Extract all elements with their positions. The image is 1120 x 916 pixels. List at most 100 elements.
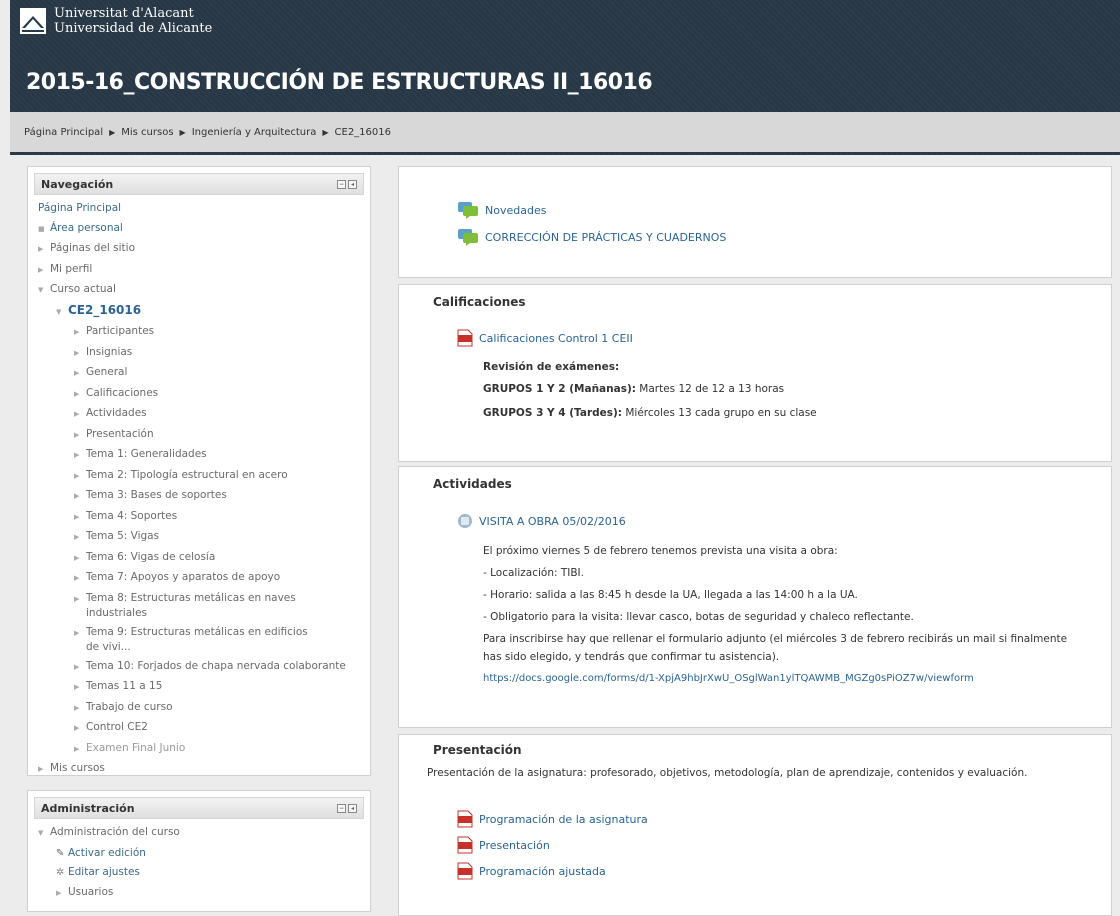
breadcrumb-separator-icon: ▶: [109, 127, 116, 137]
nav-section-item[interactable]: ▶ Presentación: [34, 425, 364, 446]
collapsed-arrow-icon: ▶: [56, 888, 62, 897]
resource-programacion[interactable]: Programación de la asignatura: [457, 810, 648, 828]
resource-presentacion[interactable]: Presentación: [457, 836, 550, 854]
activity-visita[interactable]: VISITA A OBRA 05/02/2016: [457, 513, 626, 529]
university-logo-icon: [20, 8, 46, 34]
nav-section-label[interactable]: Tema 10: Forjados de chapa nervada colab…: [86, 660, 346, 672]
nav-section-label[interactable]: Tema 9: Estructuras metálicas en edifici…: [86, 625, 316, 655]
nav-course-code[interactable]: CE2_16016: [68, 303, 141, 317]
university-name-es: Universidad de Alicante: [54, 21, 213, 36]
activity-visita-label[interactable]: VISITA A OBRA 05/02/2016: [479, 515, 626, 528]
nav-section-label[interactable]: Tema 5: Vigas: [86, 530, 159, 542]
nav-section-item[interactable]: ▶ Actividades: [34, 404, 364, 425]
nav-home-link[interactable]: Página Principal: [38, 202, 121, 214]
nav-mis-cursos-label[interactable]: Mis cursos: [50, 762, 105, 774]
block-hide-icon[interactable]: −: [337, 179, 346, 189]
nav-section-item[interactable]: ▶ Tema 9: Estructuras metálicas en edific…: [34, 623, 364, 657]
nav-area-personal-label[interactable]: Área personal: [50, 222, 123, 234]
nav-section-item[interactable]: ▶ Insignias: [34, 343, 364, 364]
nav-section-label[interactable]: Tema 7: Apoyos y aparatos de apoyo: [86, 571, 280, 583]
nav-admin-curso-label[interactable]: Administración del curso: [50, 826, 180, 838]
nav-section-item[interactable]: ▶ Tema 8: Estructuras metálicas en naves …: [34, 589, 364, 623]
nav-section-label[interactable]: Actividades: [86, 407, 147, 419]
university-brand[interactable]: Universitat d'Alacant Universidad de Ali…: [20, 6, 212, 36]
nav-section-item[interactable]: ▶ Tema 3: Bases de soportes: [34, 486, 364, 507]
breadcrumb-category[interactable]: Ingeniería y Arquitectura: [192, 127, 317, 138]
nav-section-label[interactable]: Calificaciones: [86, 387, 158, 399]
collapsed-arrow-icon: ▶: [74, 744, 80, 753]
forum-novedades-label[interactable]: Novedades: [485, 204, 546, 217]
breadcrumb-course[interactable]: CE2_16016: [335, 127, 391, 138]
nav-section-item[interactable]: ▶ Trabajo de curso: [34, 698, 364, 719]
forum-correccion-label[interactable]: CORRECCIÓN DE PRÁCTICAS Y CUADERNOS: [485, 231, 726, 244]
activity-form-link[interactable]: https://docs.google.com/forms/d/1-XpjA9h…: [483, 673, 974, 684]
nav-section-item[interactable]: ▶ Calificaciones: [34, 384, 364, 405]
nav-activar-edicion[interactable]: ✎ Activar edición: [34, 844, 364, 864]
nav-section-label[interactable]: General: [86, 366, 127, 378]
nav-section-label[interactable]: Tema 4: Soportes: [86, 510, 177, 522]
nav-section-label[interactable]: Participantes: [86, 325, 154, 337]
nav-section-label[interactable]: Tema 6: Vigas de celosía: [86, 551, 215, 563]
breadcrumb: Página Principal ▶ Mis cursos ▶ Ingenier…: [10, 112, 1120, 152]
grupos-34-label: GRUPOS 3 Y 4 (Tardes):: [483, 407, 623, 419]
nav-editar-ajustes[interactable]: ✲ Editar ajustes: [34, 863, 364, 883]
block-dock-icon[interactable]: ◂: [348, 803, 357, 813]
nav-section-label[interactable]: Trabajo de curso: [86, 701, 173, 713]
nav-section-item[interactable]: ▶ Control CE2: [34, 718, 364, 739]
nav-mi-perfil-label[interactable]: Mi perfil: [50, 263, 92, 275]
nav-section-item[interactable]: ▶ Temas 11 a 15: [34, 677, 364, 698]
block-dock-icon[interactable]: ◂: [348, 179, 357, 189]
nav-section-item[interactable]: ▶ Tema 10: Forjados de chapa nervada cola…: [34, 657, 364, 678]
nav-section-item[interactable]: ▶ Tema 7: Apoyos y aparatos de apoyo: [34, 568, 364, 589]
nav-section-item[interactable]: ▶ Tema 4: Soportes: [34, 507, 364, 528]
resource-programacion-label[interactable]: Programación de la asignatura: [479, 813, 648, 826]
nav-section-label[interactable]: Control CE2: [86, 721, 148, 733]
nav-section-label[interactable]: Tema 2: Tipología estructural en acero: [86, 469, 288, 481]
forum-correccion[interactable]: CORRECCIÓN DE PRÁCTICAS Y CUADERNOS: [457, 228, 726, 246]
revision-label-text: Revisión de exámenes:: [483, 361, 620, 373]
nav-section-item[interactable]: ▶ General: [34, 363, 364, 384]
nav-curso-actual-label[interactable]: Curso actual: [50, 283, 116, 295]
nav-section-item[interactable]: ▶ Tema 1: Generalidades: [34, 445, 364, 466]
nav-section-label[interactable]: Tema 3: Bases de soportes: [86, 489, 227, 501]
resource-calificaciones-label[interactable]: Calificaciones Control 1 CEII: [479, 332, 633, 345]
collapsed-arrow-icon: ▶: [38, 765, 44, 773]
nav-section-item[interactable]: ▶ Examen Final Junio: [34, 739, 364, 760]
nav-admin-curso[interactable]: ▼ Administración del curso: [34, 823, 364, 844]
nav-section-item[interactable]: ▶ Tema 2: Tipología estructural en acero: [34, 466, 364, 487]
collapsed-arrow-icon: ▶: [38, 245, 44, 253]
nav-paginas-sitio-label[interactable]: Páginas del sitio: [50, 242, 135, 254]
nav-curso-actual[interactable]: ▼ Curso actual: [34, 280, 364, 301]
nav-paginas-sitio[interactable]: ▶ Páginas del sitio: [34, 239, 364, 260]
nav-section-label[interactable]: Tema 1: Generalidades: [86, 448, 207, 460]
nav-editar-ajustes-label[interactable]: Editar ajustes: [68, 866, 140, 878]
forum-novedades[interactable]: Novedades: [457, 201, 546, 219]
resource-presentacion-label[interactable]: Presentación: [479, 839, 550, 852]
block-hide-icon[interactable]: −: [337, 803, 346, 813]
nav-area-personal[interactable]: ■ Área personal: [34, 219, 364, 240]
collapsed-arrow-icon: ▶: [38, 265, 44, 274]
nav-section-item[interactable]: ▶ Tema 5: Vigas: [34, 527, 364, 548]
nav-section-label[interactable]: Presentación: [86, 428, 154, 440]
nav-section-item[interactable]: ▶ Tema 6: Vigas de celosía: [34, 548, 364, 569]
resource-programacion-ajustada-label[interactable]: Programación ajustada: [479, 865, 606, 878]
nav-usuarios-label[interactable]: Usuarios: [68, 886, 113, 898]
nav-mis-cursos[interactable]: ▶ Mis cursos: [34, 759, 364, 780]
nav-usuarios[interactable]: ▶ Usuarios: [34, 883, 364, 904]
gear-icon: ✲: [56, 867, 65, 878]
breadcrumb-mis-cursos[interactable]: Mis cursos: [121, 127, 173, 138]
nav-section-label[interactable]: Temas 11 a 15: [86, 680, 162, 692]
nav-course[interactable]: ▼ CE2_16016: [34, 301, 364, 323]
nav-section-label[interactable]: Tema 8: Estructuras metálicas en naves i…: [86, 591, 316, 621]
nav-mi-perfil[interactable]: ▶ Mi perfil: [34, 260, 364, 281]
nav-section-item[interactable]: ▶ Participantes: [34, 322, 364, 343]
breadcrumb-home[interactable]: Página Principal: [24, 127, 103, 138]
nav-section-label[interactable]: Insignias: [86, 346, 132, 358]
nav-activar-edicion-label[interactable]: Activar edición: [68, 847, 146, 859]
activity-desc-line: has sido elegido, y tendrás que confirma…: [483, 651, 780, 663]
collapsed-arrow-icon: ▶: [74, 389, 80, 398]
grupos-12-label: GRUPOS 1 Y 2 (Mañanas):: [483, 383, 636, 395]
resource-programacion-ajustada[interactable]: Programación ajustada: [457, 862, 606, 880]
nav-section-label-hidden[interactable]: Examen Final Junio: [86, 742, 185, 754]
resource-calificaciones-file[interactable]: Calificaciones Control 1 CEII: [457, 329, 633, 347]
